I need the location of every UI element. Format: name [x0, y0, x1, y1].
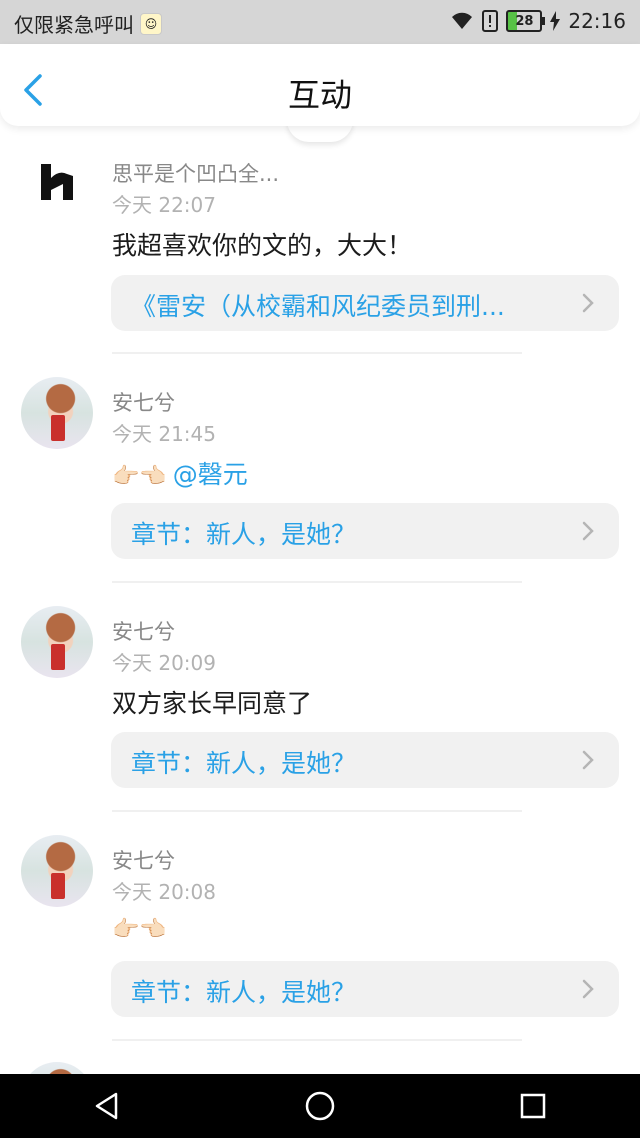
- username[interactable]: 安七兮: [112, 845, 175, 875]
- circle-home-icon: [305, 1091, 335, 1121]
- avatar[interactable]: [21, 606, 93, 678]
- reference-link[interactable]: 章节：新人，是她？: [111, 503, 619, 559]
- page-title: 互动: [287, 76, 352, 114]
- divider: [112, 352, 522, 354]
- notification-emoji-icon: ☺: [140, 12, 162, 35]
- reference-text: 章节：新人，是她？: [131, 978, 357, 1007]
- nav-home-button[interactable]: [300, 1086, 340, 1126]
- triangle-back-icon: [95, 1092, 117, 1120]
- battery-level: 28: [515, 13, 534, 29]
- pointing-hands-emoji: 👉🏻👈🏻: [112, 917, 167, 942]
- chevron-right-icon: [582, 979, 594, 999]
- avatar[interactable]: [21, 146, 93, 218]
- comment-text: 👉🏻👈🏻 @磬元: [112, 455, 248, 491]
- charging-icon: [550, 11, 561, 31]
- chevron-right-icon: [582, 750, 594, 770]
- reference-link[interactable]: 章节：新人，是她？: [111, 732, 619, 788]
- avatar[interactable]: [21, 835, 93, 907]
- status-bar: 仅限紧急呼叫 ☺ 28 22:16: [0, 0, 640, 44]
- divider: [112, 1039, 522, 1041]
- timestamp: 今天 20:09: [112, 651, 216, 675]
- comment-text: 双方家长早同意了: [112, 689, 313, 718]
- battery-icon: 28: [506, 10, 546, 32]
- reference-link[interactable]: 章节：新人，是她？: [111, 961, 619, 1017]
- chevron-right-icon: [582, 293, 594, 313]
- comment-text: 我超喜欢你的文的，大大！: [112, 231, 413, 260]
- username[interactable]: 安七兮: [112, 387, 175, 417]
- h-logo-icon: [41, 164, 73, 200]
- divider: [112, 810, 522, 812]
- sim-alert-icon: [482, 10, 499, 32]
- comment-text: 👉🏻👈🏻: [112, 913, 173, 942]
- square-recents-icon: [521, 1093, 546, 1119]
- reference-text: 《雷安（从校霸和风纪委员到刑...: [131, 292, 505, 321]
- reference-link[interactable]: 《雷安（从校霸和风纪委员到刑...: [111, 275, 619, 331]
- nav-recents-button[interactable]: [513, 1086, 553, 1126]
- app-header: 互动: [0, 44, 640, 126]
- wifi-icon: [450, 11, 474, 31]
- reference-text: 章节：新人，是她？: [131, 749, 357, 778]
- clock: 22:16: [568, 9, 626, 33]
- system-nav-bar: [0, 1074, 640, 1138]
- username[interactable]: 思平是个凹凸全...: [112, 158, 279, 188]
- avatar[interactable]: [21, 377, 93, 449]
- chevron-right-icon: [582, 521, 594, 541]
- pointing-hands-emoji: 👉🏻👈🏻: [112, 464, 167, 489]
- carrier-text: 仅限紧急呼叫: [14, 13, 134, 37]
- timestamp: 今天 20:08: [112, 880, 216, 904]
- timestamp: 今天 21:45: [112, 422, 216, 446]
- nav-back-button[interactable]: [87, 1086, 127, 1126]
- mention-link[interactable]: @磬元: [173, 460, 248, 489]
- divider: [112, 581, 522, 583]
- username[interactable]: 安七兮: [112, 616, 175, 646]
- timestamp: 今天 22:07: [112, 193, 216, 217]
- reference-text: 章节：新人，是她？: [131, 520, 357, 549]
